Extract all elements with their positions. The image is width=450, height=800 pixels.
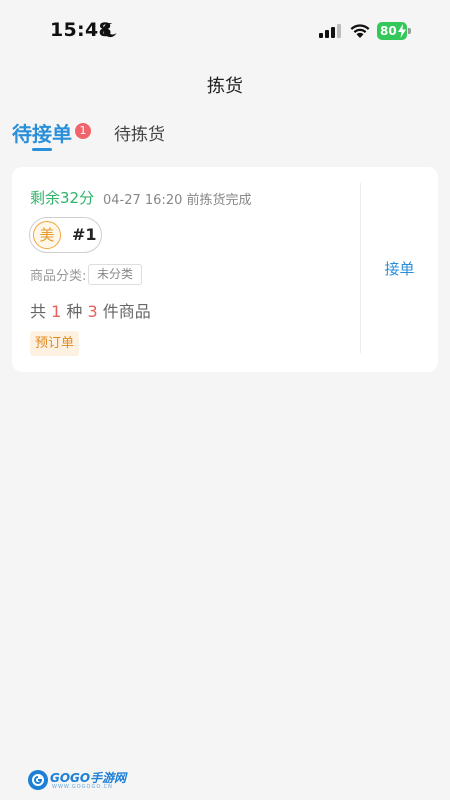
page-title: 拣货 [207, 76, 243, 97]
cellular-signal-icon [319, 24, 341, 38]
summary-prefix: 共 [30, 302, 47, 321]
summary-suffix: 件商品 [102, 302, 151, 321]
tab-label: 待接单 [12, 122, 72, 146]
item-summary: 共 1 种 3 件商品 [30, 298, 151, 322]
category-tag: 未分类 [88, 264, 143, 285]
summary-mid: 种 [66, 302, 83, 321]
preorder-badge: 预订单 [30, 331, 80, 356]
order-card[interactable]: 剩余32分 04-27 16:20 前拣货完成 美 #1 商品分类: 未分类 共… [12, 167, 438, 372]
accept-order-button[interactable]: 接单 [361, 167, 438, 372]
remaining-time: 剩余32分 [30, 189, 95, 207]
pick-deadline: 04-27 16:20 前拣货完成 [103, 193, 252, 208]
tab-count-badge: 1 [75, 123, 91, 139]
wifi-icon [350, 24, 370, 38]
watermark-logo-icon [28, 770, 48, 790]
order-number: #1 [72, 225, 97, 244]
site-watermark: GOGO手游网 WWW.GOGOGO.CN [27, 768, 127, 794]
kind-count: 1 [51, 302, 62, 321]
battery-tip [408, 28, 411, 34]
battery-indicator: 80 [377, 22, 411, 40]
tab-label: 待拣货 [114, 125, 165, 145]
meituan-logo-icon: 美 [33, 221, 61, 249]
charging-bolt-icon [398, 24, 406, 38]
watermark-url: WWW.GOGOGO.CN [52, 784, 113, 790]
category-label: 商品分类: [30, 269, 87, 284]
status-bar: 15:48 80 [0, 0, 450, 60]
item-count: 3 [87, 302, 98, 321]
order-source-chip: 美 #1 [29, 217, 102, 253]
tab-pending-accept[interactable]: 待接单 1 [12, 118, 91, 151]
moon-icon [103, 23, 117, 38]
active-tab-indicator [32, 148, 52, 151]
tab-pending-pick[interactable]: 待拣货 [114, 120, 165, 145]
